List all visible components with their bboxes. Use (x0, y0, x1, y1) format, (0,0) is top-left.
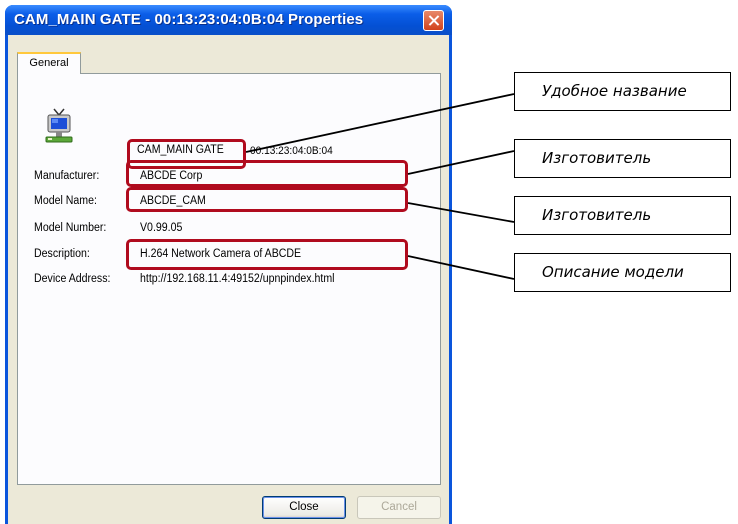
tab-general[interactable]: General (17, 52, 81, 74)
callout-model-description: Описание модели (514, 253, 731, 292)
callout-friendly-name: Удобное название (514, 72, 731, 111)
callout-manufacturer: Изготовитель (514, 139, 731, 178)
callout-model-name: Изготовитель (514, 196, 731, 235)
